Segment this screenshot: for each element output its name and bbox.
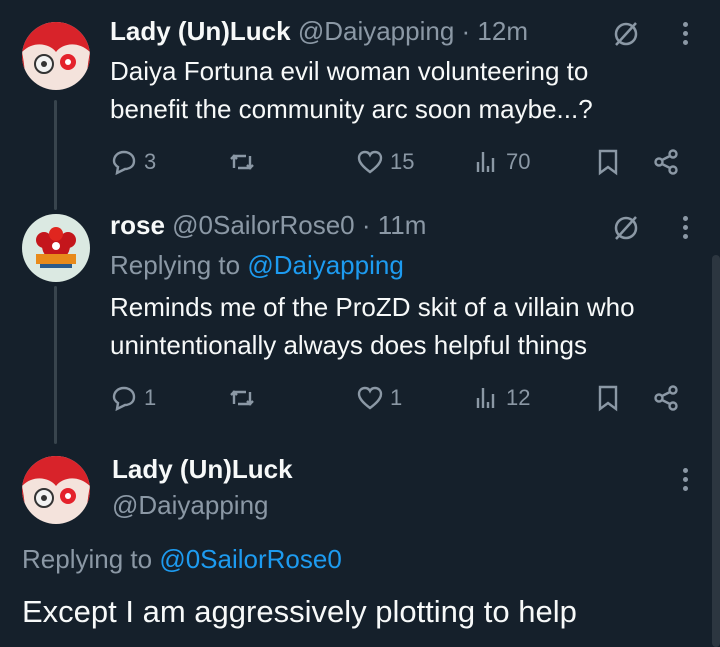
- repost-icon: [230, 390, 254, 406]
- views-button[interactable]: 70: [472, 142, 530, 182]
- views-icon: [476, 152, 495, 172]
- reply-icon: [112, 150, 136, 176]
- grok-slash-icon[interactable]: [612, 214, 640, 247]
- tweet-actions: 3 15 70: [108, 142, 688, 182]
- reply-button[interactable]: 1: [110, 378, 156, 418]
- avatar[interactable]: [22, 456, 90, 524]
- views-icon: [476, 388, 495, 408]
- mention-link[interactable]: @Daiyapping: [247, 250, 403, 280]
- avatar[interactable]: [22, 214, 90, 282]
- replying-to: Replying to @0SailorRose0: [22, 544, 342, 574]
- tweet-text: Reminds me of the ProZD skit of a villai…: [110, 292, 635, 360]
- thread-connector: [54, 100, 57, 210]
- tweet-text: Except I am aggressively plotting to hel…: [22, 594, 577, 629]
- mention-link[interactable]: @0SailorRose0: [159, 544, 341, 574]
- bookmark-icon: [598, 385, 618, 412]
- replying-to: Replying to @Daiyapping: [110, 250, 404, 280]
- grok-slash-icon[interactable]: [612, 20, 640, 53]
- reply-icon: [112, 386, 136, 412]
- like-icon: [357, 386, 383, 410]
- like-button[interactable]: 1: [356, 378, 402, 418]
- views-button[interactable]: 12: [472, 378, 530, 418]
- share-icon: [654, 385, 678, 411]
- like-button[interactable]: 15: [356, 142, 414, 182]
- repost-button[interactable]: [228, 378, 256, 418]
- tweet-text: Daiya Fortuna evil woman volunteering to…: [110, 56, 593, 124]
- repost-button[interactable]: [228, 142, 256, 182]
- bookmark-icon: [598, 149, 618, 176]
- repost-icon: [230, 154, 254, 170]
- share-icon: [654, 149, 678, 175]
- handle[interactable]: @0SailorRose0: [172, 210, 354, 240]
- display-name[interactable]: rose: [110, 210, 165, 240]
- bookmark-button[interactable]: [594, 142, 622, 182]
- display-name[interactable]: Lady (Un)Luck: [110, 16, 291, 46]
- handle[interactable]: @Daiyapping: [298, 16, 454, 46]
- timestamp[interactable]: · 12m: [462, 16, 528, 46]
- thread-connector: [54, 286, 57, 444]
- like-icon: [357, 150, 383, 174]
- avatar[interactable]: [22, 22, 90, 90]
- share-button[interactable]: [652, 378, 680, 418]
- tweet-actions: 1 1 12: [108, 378, 688, 418]
- handle[interactable]: @Daiyapping: [112, 490, 268, 521]
- reply-button[interactable]: 3: [110, 142, 156, 182]
- more-icon[interactable]: [680, 22, 690, 52]
- more-icon[interactable]: [680, 468, 690, 498]
- bookmark-button[interactable]: [594, 378, 622, 418]
- timestamp[interactable]: · 11m: [362, 210, 427, 240]
- more-icon[interactable]: [680, 216, 690, 246]
- scrollbar[interactable]: [712, 255, 720, 647]
- share-button[interactable]: [652, 142, 680, 182]
- display-name[interactable]: Lady (Un)Luck: [112, 454, 293, 485]
